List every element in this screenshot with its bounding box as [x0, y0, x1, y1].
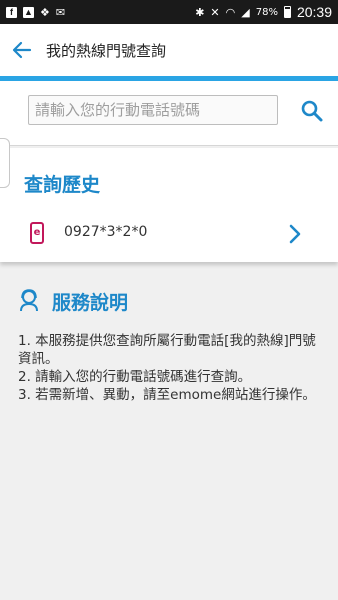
- app-bar: 我的熱線門號查詢: [0, 24, 338, 76]
- facebook-icon: f: [6, 6, 17, 18]
- history-title: 查詢歷史: [24, 174, 101, 196]
- mute-icon: ✕: [210, 5, 220, 19]
- bluetooth-icon: ✱: [195, 5, 205, 19]
- battery-icon: [283, 6, 291, 18]
- side-drawer-handle[interactable]: [0, 138, 10, 188]
- service-item: 2. 請輸入您的行動電話號碼進行查詢。: [18, 369, 252, 385]
- history-item[interactable]: e 0927*3*2*0: [0, 218, 338, 250]
- status-bar: f ▲ ❖ ✉ ✱ ✕ ◠ ◢ 78% 20:39: [0, 0, 338, 24]
- phone-number-input[interactable]: [28, 95, 278, 125]
- history-item-open-button[interactable]: [286, 222, 304, 246]
- service-item: 3. 若需新增、異動，請至emome網站進行操作。: [18, 387, 316, 403]
- system-icons: ✱ ✕ ◠ ◢ 78% 20:39: [195, 4, 332, 20]
- search-card: [0, 81, 338, 146]
- history-phone-number: 0927*3*2*0: [64, 224, 148, 240]
- search-button[interactable]: [298, 97, 326, 125]
- signal-icon: ◢: [241, 5, 250, 19]
- gmail-icon: ✉: [55, 5, 66, 19]
- history-card: 查詢歷史 e 0927*3*2*0: [0, 148, 338, 262]
- phone-icon: e: [30, 222, 44, 244]
- service-description-list: 1. 本服務提供您查詢所屬行動電話[我的熱線]門號資訊。 2. 請輸入您的行動電…: [18, 332, 324, 404]
- clock: 20:39: [296, 4, 332, 20]
- wifi-icon: ◠: [225, 5, 236, 19]
- service-agent-icon: [20, 289, 38, 312]
- gallery-icon: ▲: [23, 6, 34, 18]
- notification-icons: f ▲ ❖ ✉: [6, 5, 66, 19]
- dropbox-icon: ❖: [40, 5, 50, 19]
- arrow-left-icon: [12, 41, 32, 59]
- back-button[interactable]: [0, 24, 44, 76]
- service-item: 1. 本服務提供您查詢所屬行動電話[我的熱線]門號資訊。: [18, 333, 316, 367]
- battery-percent: 78%: [255, 6, 278, 18]
- service-title: 服務說明: [52, 292, 129, 314]
- search-icon: [301, 100, 323, 122]
- page-title: 我的熱線門號查詢: [46, 41, 167, 60]
- chevron-right-icon: [289, 224, 301, 244]
